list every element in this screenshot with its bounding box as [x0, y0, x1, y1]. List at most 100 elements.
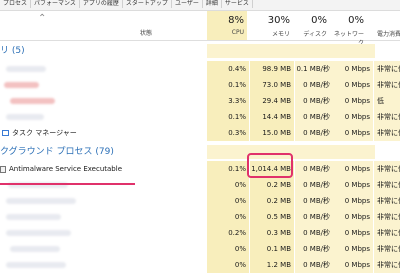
network-value: 0 Mbps	[333, 125, 373, 141]
power-value: 非常に低	[374, 125, 400, 141]
disk-value: 0 MB/秒	[295, 225, 333, 241]
network-value: 0 Mbps	[333, 241, 373, 257]
disk-value: 0 MB/秒	[295, 257, 333, 273]
memory-value: 29.4 MB	[250, 93, 294, 109]
cpu-value: 0.3%	[207, 125, 249, 141]
table-row[interactable]: 0.1% 73.0 MB 0 MB/秒 0 Mbps 非常に低	[0, 77, 400, 93]
disk-value: 0 MB/秒	[295, 193, 333, 209]
cpu-value: 0.1%	[207, 161, 249, 177]
power-value: 非常に低	[374, 209, 400, 225]
table-row[interactable]: 0% 0.2 MB 0 MB/秒 0 Mbps 非常に低	[0, 193, 400, 209]
network-total: 0%	[348, 15, 364, 26]
power-value: 非常に低	[374, 257, 400, 273]
power-value: 非常に低	[374, 61, 400, 77]
power-value: 非常に低	[374, 225, 400, 241]
table-row[interactable]: 0% 0.2 MB 0 MB/秒 0 Mbps 非常に低	[0, 177, 400, 193]
cpu-total: 8%	[228, 15, 244, 26]
sort-chevron-icon[interactable]: ⌃	[38, 13, 46, 24]
memory-value: 98.9 MB	[250, 61, 294, 77]
table-row[interactable]: 0% 1.2 MB 0 MB/秒 0 Mbps 非常に低	[0, 257, 400, 273]
group-background-processes[interactable]: クグラウンド プロセス (79)	[0, 145, 400, 159]
task-manager-icon	[2, 130, 9, 136]
tab-services[interactable]: サービス	[222, 0, 253, 8]
memory-value: 1.2 MB	[250, 257, 294, 273]
table-row[interactable]: 0.2% 0.3 MB 0 MB/秒 0 Mbps 非常に低	[0, 225, 400, 241]
disk-value: 0 MB/秒	[295, 177, 333, 193]
cpu-value: 0%	[207, 177, 249, 193]
disk-value: 0 MB/秒	[295, 241, 333, 257]
memory-value: 0.5 MB	[250, 209, 294, 225]
cpu-value: 0%	[207, 241, 249, 257]
disk-value: 0 MB/秒	[295, 209, 333, 225]
cpu-value: 0.1%	[207, 77, 249, 93]
disk-value: 0 MB/秒	[295, 161, 333, 177]
memory-value: 0.3 MB	[250, 225, 294, 241]
power-label: 電力消費	[377, 31, 400, 38]
process-name: Antimalware Service Executable	[9, 165, 123, 173]
network-value: 0 Mbps	[333, 225, 373, 241]
col-power[interactable]: 電力消費	[375, 11, 400, 40]
disk-value: 0 MB/秒	[295, 77, 333, 93]
tab-users[interactable]: ユーザー	[172, 0, 203, 8]
power-value: 非常に低	[374, 77, 400, 93]
cpu-label: CPU	[231, 29, 244, 36]
disk-value: 0 MB/秒	[295, 93, 333, 109]
power-value: 非常に低	[374, 193, 400, 209]
table-row[interactable]: 3.3% 29.4 MB 0 MB/秒 0 Mbps 低	[0, 93, 400, 109]
power-value: 低	[374, 93, 400, 109]
table-row[interactable]: Antimalware Service Executable 0.1% 1,01…	[0, 161, 400, 177]
memory-value: 0.2 MB	[250, 193, 294, 209]
table-row[interactable]: 0.1% 14.4 MB 0 MB/秒 0 Mbps 非常に低	[0, 109, 400, 125]
column-header: ⌃ 状態 8% CPU 30% メモリ 0% ディスク 0% ネットワーク 電力…	[0, 11, 400, 47]
process-underline-annotation	[0, 183, 135, 185]
memory-total: 30%	[267, 15, 290, 26]
cpu-value: 0.2%	[207, 225, 249, 241]
tab-app-history[interactable]: アプリの履歴	[80, 0, 123, 8]
network-value: 0 Mbps	[333, 177, 373, 193]
tab-processes[interactable]: プロセス	[0, 0, 32, 8]
network-value: 0 Mbps	[333, 61, 373, 77]
tab-details[interactable]: 詳細	[203, 0, 222, 8]
disk-value: 0 MB/秒	[295, 109, 333, 125]
network-value: 0 Mbps	[333, 109, 373, 125]
memory-label: メモリ	[271, 31, 290, 38]
memory-value: 15.0 MB	[250, 125, 294, 141]
disk-total: 0%	[311, 15, 327, 26]
app-icon	[0, 165, 6, 173]
network-value: 0 Mbps	[333, 209, 373, 225]
memory-value: 0.2 MB	[250, 177, 294, 193]
col-memory[interactable]: 30% メモリ	[250, 11, 293, 40]
disk-value: 0.1 MB/秒	[295, 61, 333, 77]
process-name: タスク マネージャー	[12, 129, 77, 137]
network-value: 0 Mbps	[333, 93, 373, 109]
col-network[interactable]: 0% ネットワーク	[333, 11, 367, 47]
group-apps-label: リ (5)	[0, 46, 25, 56]
cpu-value: 0%	[207, 193, 249, 209]
cpu-value: 3.3%	[207, 93, 249, 109]
cpu-value: 0%	[207, 209, 249, 225]
table-row[interactable]: タスク マネージャー 0.3% 15.0 MB 0 MB/秒 0 Mbps 非常…	[0, 125, 400, 141]
col-cpu[interactable]: 8% CPU	[207, 11, 247, 40]
network-value: 0 Mbps	[333, 193, 373, 209]
group-apps[interactable]: リ (5)	[0, 44, 400, 58]
memory-value: 0.1 MB	[250, 241, 294, 257]
memory-highlight-annotation	[247, 153, 293, 178]
col-status[interactable]: 状態	[140, 28, 152, 37]
table-row[interactable]: 0% 0.5 MB 0 MB/秒 0 Mbps 非常に低	[0, 209, 400, 225]
power-value: 非常に低	[374, 177, 400, 193]
tab-bar: プロセス パフォーマンス アプリの履歴 スタートアップ ユーザー 詳細 サービス	[0, 0, 400, 11]
power-value: 非常に低	[374, 241, 400, 257]
power-value: 非常に低	[374, 109, 400, 125]
tab-performance[interactable]: パフォーマンス	[31, 0, 80, 8]
network-value: 0 Mbps	[333, 161, 373, 177]
tab-startup[interactable]: スタートアップ	[123, 0, 172, 8]
table-row[interactable]: 0.4% 98.9 MB 0.1 MB/秒 0 Mbps 非常に低	[0, 61, 400, 77]
disk-value: 0 MB/秒	[295, 125, 333, 141]
network-value: 0 Mbps	[333, 257, 373, 273]
power-value: 非常に低	[374, 161, 400, 177]
network-value: 0 Mbps	[333, 77, 373, 93]
memory-value: 14.4 MB	[250, 109, 294, 125]
group-background-label: クグラウンド プロセス (79)	[0, 147, 114, 157]
col-disk[interactable]: 0% ディスク	[296, 11, 330, 40]
table-row[interactable]: 0% 0.1 MB 0 MB/秒 0 Mbps 非常に低	[0, 241, 400, 257]
